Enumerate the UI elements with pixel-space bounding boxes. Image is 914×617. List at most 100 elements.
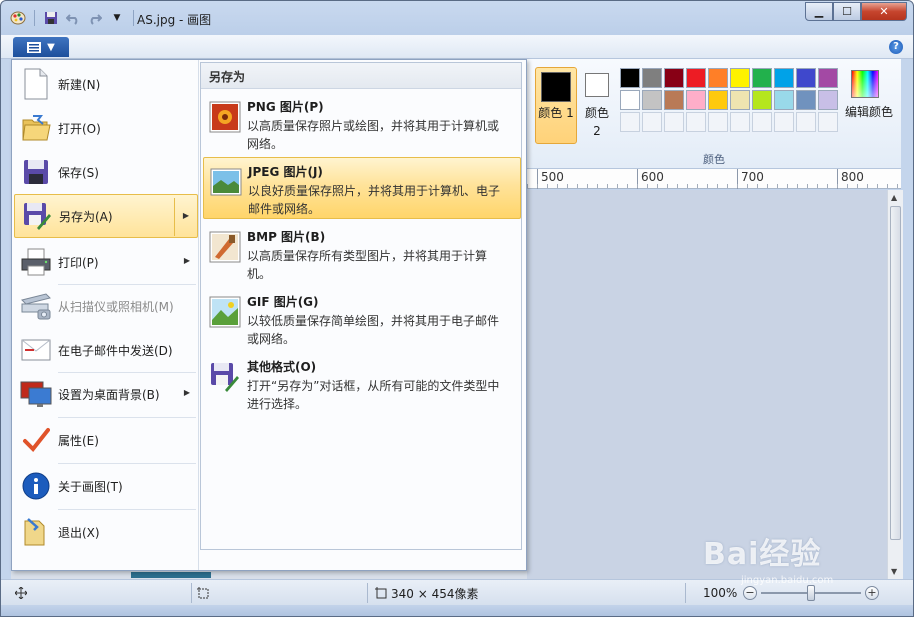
ruler-minor-tick [857,184,858,188]
palette-swatch[interactable] [818,90,838,110]
save-as-item-desc: 以良好质量保存照片，并将其用于计算机、电子邮件或网络。 [248,184,501,216]
canvas-area[interactable] [527,190,887,579]
save-as-bmp[interactable]: BMP 图片(B) 以高质量保存所有类型图片，并将其用于计算机。 [203,223,521,285]
ruler-minor-tick [727,184,728,188]
baidu-jingyan-watermark: Bai经验 [703,537,822,572]
palette-swatch[interactable] [774,68,794,88]
palette-swatch[interactable] [708,68,728,88]
image-size: 340 × 454像素 [375,580,479,606]
menu-item-set-desktop-background[interactable]: 设置为桌面背景(B) ▶ [14,372,198,416]
application-menu-commands: 新建(N) 打开(O) 保存(S) 另存为(A) ▶ 打印(P) ▶ 从扫描仪或… [12,60,199,570]
palette-empty-slot[interactable] [730,112,750,132]
scroll-down-arrow-icon[interactable]: ▼ [891,567,897,576]
undo-icon[interactable] [64,9,82,27]
ruler-minor-tick [527,184,528,188]
chevron-right-icon[interactable]: ▶ [183,211,189,220]
save-disk-icon [14,150,58,194]
menu-item-save[interactable]: 保存(S) [14,150,198,194]
paint-app-icon[interactable] [9,9,27,27]
palette-empty-slot[interactable] [796,112,816,132]
save-as-item-title: JPEG 图片(J) [248,165,323,179]
menu-item-label: 属性(E) [58,433,99,448]
ruler-minor-tick [597,184,598,188]
menu-item-save-as[interactable]: 另存为(A) ▶ [14,194,198,238]
palette-empty-slot[interactable] [642,112,662,132]
palette-swatch[interactable] [620,90,640,110]
status-divider [685,583,686,603]
palette-swatch[interactable] [796,90,816,110]
vertical-scrollbar[interactable]: ▲ ▼ [887,190,903,579]
palette-swatch[interactable] [664,68,684,88]
ruler-minor-tick [757,184,758,188]
chevron-right-icon[interactable]: ▶ [184,256,190,265]
ruler-minor-tick [547,184,548,188]
maximize-button[interactable]: ☐ [833,2,861,21]
palette-empty-slot[interactable] [818,112,838,132]
info-icon [14,464,58,508]
ruler-minor-tick [637,184,638,188]
palette-swatch[interactable] [752,68,772,88]
horizontal-scroll-strip[interactable] [11,571,527,579]
zoom-out-button[interactable]: − [743,586,757,600]
palette-swatch[interactable] [774,90,794,110]
palette-swatch[interactable] [818,68,838,88]
image-size-text: 340 × 454像素 [391,586,479,601]
paint-menu-button[interactable]: ▼ [13,37,69,57]
menu-item-open[interactable]: 打开(O) [14,106,198,150]
palette-swatch[interactable] [730,68,750,88]
menu-item-print[interactable]: 打印(P) ▶ [14,240,198,284]
palette-swatch[interactable] [752,90,772,110]
scroll-up-arrow-icon[interactable]: ▲ [891,193,897,202]
help-button[interactable]: ? [889,40,903,54]
minimize-button[interactable]: ▁ [805,2,833,21]
quick-access-toolbar: ▼ [9,9,137,27]
scrollbar-thumb[interactable] [890,206,901,540]
menu-item-properties[interactable]: 属性(E) [14,418,198,462]
palette-empty-slot[interactable] [752,112,772,132]
color1-button[interactable]: 颜色 1 [535,67,577,144]
save-icon[interactable] [42,9,60,27]
selection-size [197,580,209,606]
chevron-right-icon[interactable]: ▶ [184,388,190,397]
palette-empty-slot[interactable] [708,112,728,132]
save-as-png[interactable]: PNG 图片(P) 以高质量保存照片或绘图，并将其用于计算机或网络。 [203,93,521,155]
bmp-image-icon [209,231,241,263]
zoom-in-button[interactable]: + [865,586,879,600]
menu-item-label: 打开(O) [58,121,101,136]
palette-empty-slot[interactable] [620,112,640,132]
palette-swatch[interactable] [642,68,662,88]
customize-dropdown-icon[interactable]: ▼ [108,9,126,27]
save-as-other-formats[interactable]: 其他格式(O) 打开“另存为”对话框，从所有可能的文件类型中进行选择。 [203,353,521,415]
palette-swatch[interactable] [686,68,706,88]
save-as-item-desc: 以高质量保存照片或绘图，并将其用于计算机或网络。 [247,119,500,151]
palette-swatch[interactable] [686,90,706,110]
palette-empty-slot[interactable] [774,112,794,132]
menu-item-new[interactable]: 新建(N) [14,62,198,106]
color2-swatch [585,73,609,97]
palette-empty-slot[interactable] [664,112,684,132]
palette-swatch[interactable] [620,68,640,88]
palette-swatch[interactable] [796,68,816,88]
palette-empty-slot[interactable] [686,112,706,132]
save-as-jpeg[interactable]: JPEG 图片(J) 以良好质量保存照片，并将其用于计算机、电子邮件或网络。 [203,157,521,219]
selection-icon [197,587,209,599]
image-size-icon [375,587,387,599]
menu-item-label: 从扫描仪或照相机(M) [58,299,174,314]
horizontal-scroll-thumb[interactable] [131,572,211,578]
palette-swatch[interactable] [664,90,684,110]
ruler-minor-tick [677,184,678,188]
edit-colors-button[interactable]: 编辑颜色 [841,67,897,127]
redo-icon[interactable] [86,9,104,27]
menu-item-send-email[interactable]: 在电子邮件中发送(D) [14,328,198,372]
palette-swatch[interactable] [642,90,662,110]
menu-item-about[interactable]: 关于画图(T) [14,464,198,508]
ruler-mark: 700 [737,169,764,189]
ruler-minor-tick [657,184,658,188]
save-as-gif[interactable]: GIF 图片(G) 以较低质量保存简单绘图，并将其用于电子邮件或网络。 [203,288,521,350]
menu-item-exit[interactable]: 退出(X) [14,510,198,554]
close-button[interactable]: ✕ [861,2,907,21]
zoom-slider-thumb[interactable] [807,585,815,601]
palette-swatch[interactable] [730,90,750,110]
palette-swatch[interactable] [708,90,728,110]
ruler-mark: 800 [837,169,864,189]
